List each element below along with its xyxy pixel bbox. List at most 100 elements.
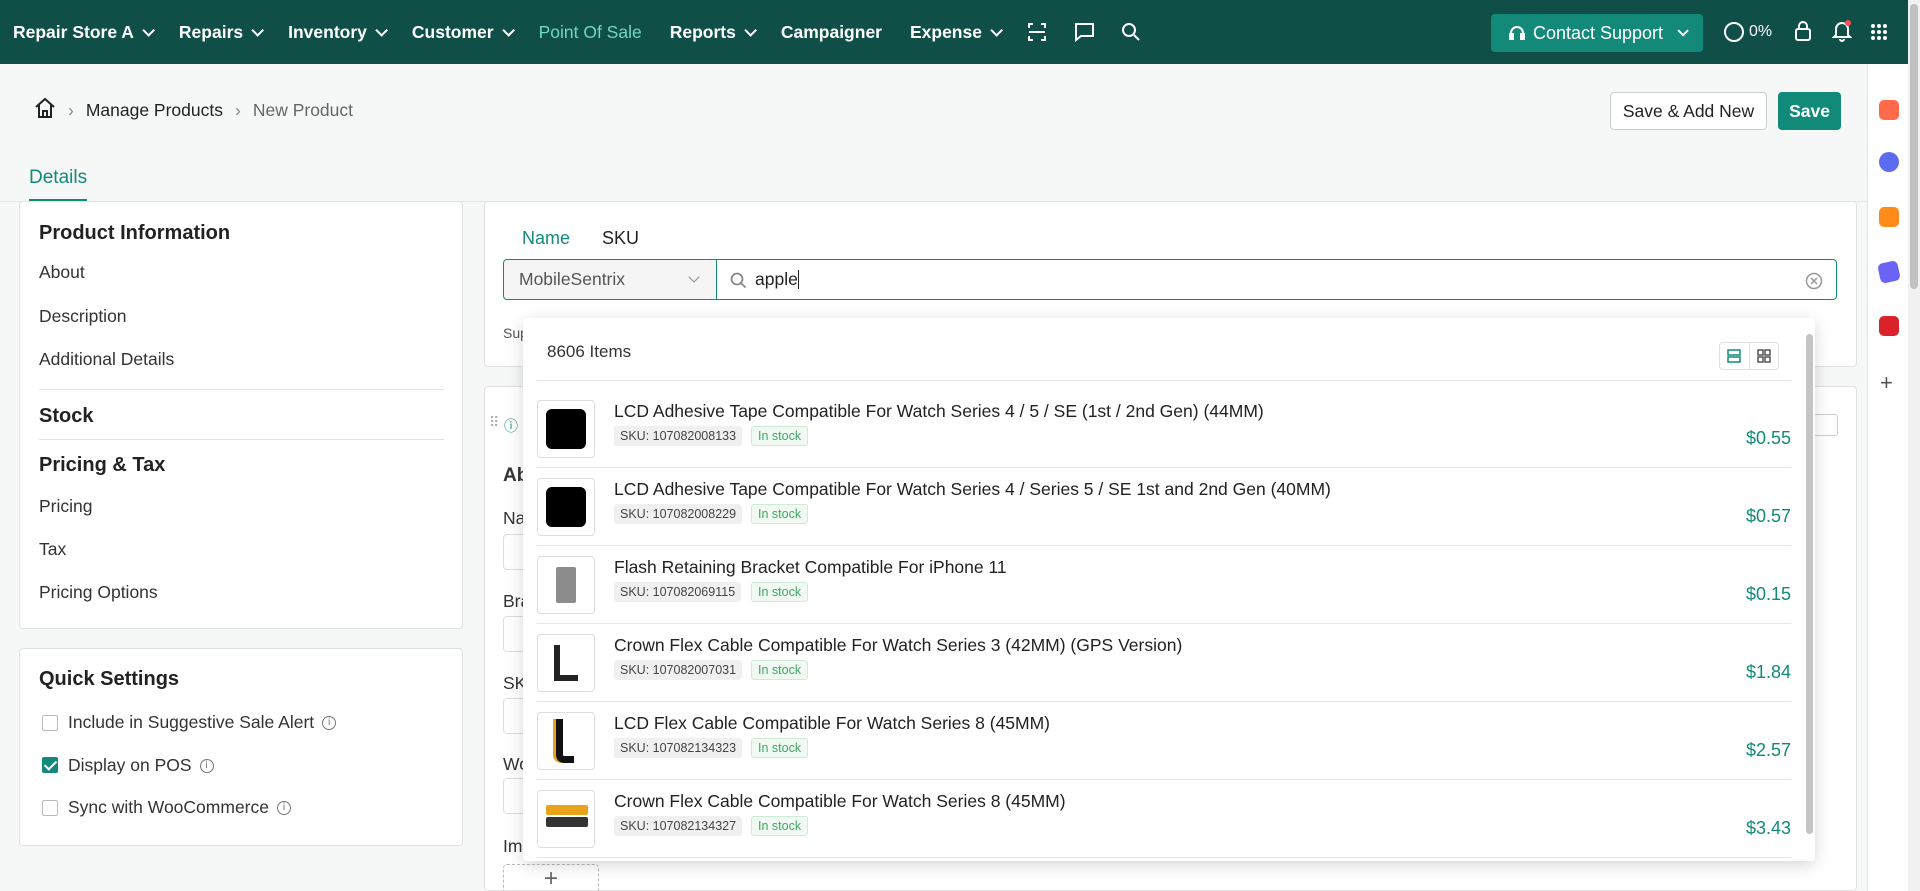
- section-pricing-tax[interactable]: Pricing & Tax: [39, 454, 165, 477]
- chevron-down-icon: [990, 23, 1003, 37]
- nav-point-of-sale[interactable]: Point Of Sale: [539, 22, 642, 43]
- nav-pricing-options[interactable]: Pricing Options: [39, 582, 158, 603]
- nav-label: Campaigner: [780, 21, 882, 42]
- section-product-information[interactable]: Product Information: [39, 222, 230, 245]
- quick-settings-card: Quick Settings Include in Suggestive Sal…: [19, 648, 463, 846]
- nav-tax[interactable]: Tax: [39, 539, 66, 560]
- breadcrumb: › Manage Products › New Product: [34, 97, 353, 124]
- chevron-down-icon: [501, 23, 515, 37]
- text-cursor: [797, 270, 799, 289]
- contact-support-button[interactable]: Contact Support: [1491, 14, 1703, 52]
- divider: [39, 439, 444, 440]
- results-scrollbar[interactable]: [1805, 318, 1815, 861]
- search-icon[interactable]: [1121, 22, 1141, 42]
- progress-ring-icon: [1724, 22, 1744, 42]
- tab-sku[interactable]: SKU: [602, 228, 639, 261]
- display-on-pos-checkbox[interactable]: [42, 757, 58, 773]
- shapes-icon[interactable]: [1879, 207, 1899, 227]
- product-name: LCD Adhesive Tape Compatible For Watch S…: [614, 479, 1331, 499]
- results-count: 8606 Items: [547, 342, 632, 361]
- info-icon[interactable]: i: [277, 800, 291, 815]
- product-thumbnail: [537, 400, 595, 458]
- store-name: Repair Store A: [13, 21, 134, 42]
- view-toggle: [1719, 342, 1779, 370]
- product-name: Flash Retaining Bracket Compatible For i…: [614, 557, 1007, 577]
- result-row[interactable]: LCD Adhesive Tape Compatible For Watch S…: [537, 390, 1791, 468]
- product-sku: SKU: 107082134327: [614, 816, 743, 836]
- info-icon[interactable]: i: [199, 758, 214, 773]
- nav-campaigner[interactable]: Campaigner: [781, 22, 882, 43]
- supplier-select[interactable]: MobileSentrix: [503, 259, 717, 300]
- add-icon[interactable]: +: [1880, 370, 1893, 396]
- list-view-icon[interactable]: [1720, 343, 1750, 369]
- grid-view-icon[interactable]: [1750, 343, 1779, 369]
- nav-additional-details[interactable]: Additional Details: [39, 349, 174, 370]
- suggestive-sale-checkbox[interactable]: [42, 715, 58, 731]
- search-icon: [730, 272, 747, 289]
- sync-woocommerce-checkbox[interactable]: [42, 800, 58, 816]
- stock-badge: In stock: [751, 660, 809, 680]
- nav-label: Reports: [669, 21, 736, 42]
- info-icon[interactable]: i: [322, 715, 337, 730]
- support-label: Contact Support: [1532, 22, 1664, 43]
- product-price: $0.55: [1745, 428, 1791, 448]
- store-selector[interactable]: Repair Store A: [13, 21, 155, 43]
- product-name: Crown Flex Cable Compatible For Watch Se…: [614, 791, 1066, 811]
- clear-icon[interactable]: [1805, 272, 1823, 290]
- chevron-down-icon: [375, 23, 388, 37]
- scrollbar-thumb[interactable]: [1910, 4, 1918, 289]
- nav-repairs[interactable]: Repairs: [178, 21, 265, 43]
- extension-icon[interactable]: [1879, 316, 1899, 336]
- search-results-dropdown: 8606 Items LCD Adhesive Tape Compatible …: [523, 318, 1815, 861]
- chevron-down-icon: [688, 271, 700, 283]
- page-scrollbar[interactable]: [1908, 0, 1920, 891]
- result-row[interactable]: Crown Flex Cable Compatible For Watch Se…: [537, 780, 1791, 858]
- home-icon[interactable]: [34, 97, 56, 124]
- result-row[interactable]: LCD Adhesive Tape Compatible For Watch S…: [537, 468, 1791, 546]
- breadcrumb-manage-products[interactable]: Manage Products: [86, 100, 223, 121]
- nav-label: Repairs: [178, 21, 244, 42]
- product-thumbnail: [537, 790, 595, 848]
- save-and-add-new-button[interactable]: Save & Add New: [1610, 92, 1767, 130]
- product-name: Crown Flex Cable Compatible For Watch Se…: [614, 635, 1183, 655]
- gift-icon[interactable]: [1879, 100, 1899, 120]
- nav-inventory[interactable]: Inventory: [288, 22, 388, 43]
- nav-expense[interactable]: Expense: [909, 21, 1003, 43]
- section-stock[interactable]: Stock: [39, 405, 93, 428]
- drag-handle-icon[interactable]: ⠿: [489, 414, 499, 431]
- nav-about[interactable]: About: [39, 262, 85, 283]
- stock-badge: In stock: [751, 738, 809, 758]
- result-row[interactable]: LCD Flex Cable Compatible For Watch Seri…: [537, 702, 1791, 780]
- chevron-down-icon: [142, 23, 155, 37]
- nav-description[interactable]: Description: [39, 306, 127, 327]
- scrollbar-thumb[interactable]: [1806, 334, 1813, 834]
- nav-customer[interactable]: Customer: [412, 22, 515, 43]
- divider: [39, 389, 444, 390]
- apps-grid-icon[interactable]: [1870, 23, 1888, 41]
- nav-label: Expense: [909, 21, 982, 42]
- result-row[interactable]: Crown Flex Cable Compatible For Watch Se…: [537, 624, 1791, 702]
- bell-icon[interactable]: [1832, 20, 1852, 42]
- product-price: $0.15: [1745, 584, 1791, 604]
- chevron-down-icon: [1677, 25, 1689, 37]
- product-sku: SKU: 107082134323: [614, 738, 743, 758]
- result-row[interactable]: Flash Retaining Bracket Compatible For i…: [537, 546, 1791, 624]
- product-name: LCD Adhesive Tape Compatible For Watch S…: [614, 401, 1264, 421]
- lock-icon[interactable]: [1794, 20, 1812, 42]
- progress-indicator[interactable]: 0%: [1724, 22, 1772, 42]
- chat-icon[interactable]: [1073, 22, 1095, 42]
- nav-pricing[interactable]: Pricing: [39, 496, 93, 517]
- chat-bubble-icon[interactable]: [1879, 152, 1899, 172]
- divider: [537, 380, 1791, 381]
- stock-badge: In stock: [751, 426, 809, 446]
- tab-name[interactable]: Name: [522, 228, 571, 261]
- nav-label: Point Of Sale: [538, 21, 642, 42]
- chevron-down-icon: [251, 23, 265, 37]
- save-button[interactable]: Save: [1778, 92, 1841, 130]
- scan-icon[interactable]: [1027, 22, 1047, 42]
- nav-reports[interactable]: Reports: [669, 21, 757, 43]
- tab-details[interactable]: Details: [29, 167, 88, 201]
- product-search-input[interactable]: apple: [716, 259, 1837, 300]
- upload-image-button[interactable]: +: [503, 864, 599, 891]
- cards-icon[interactable]: [1877, 260, 1901, 284]
